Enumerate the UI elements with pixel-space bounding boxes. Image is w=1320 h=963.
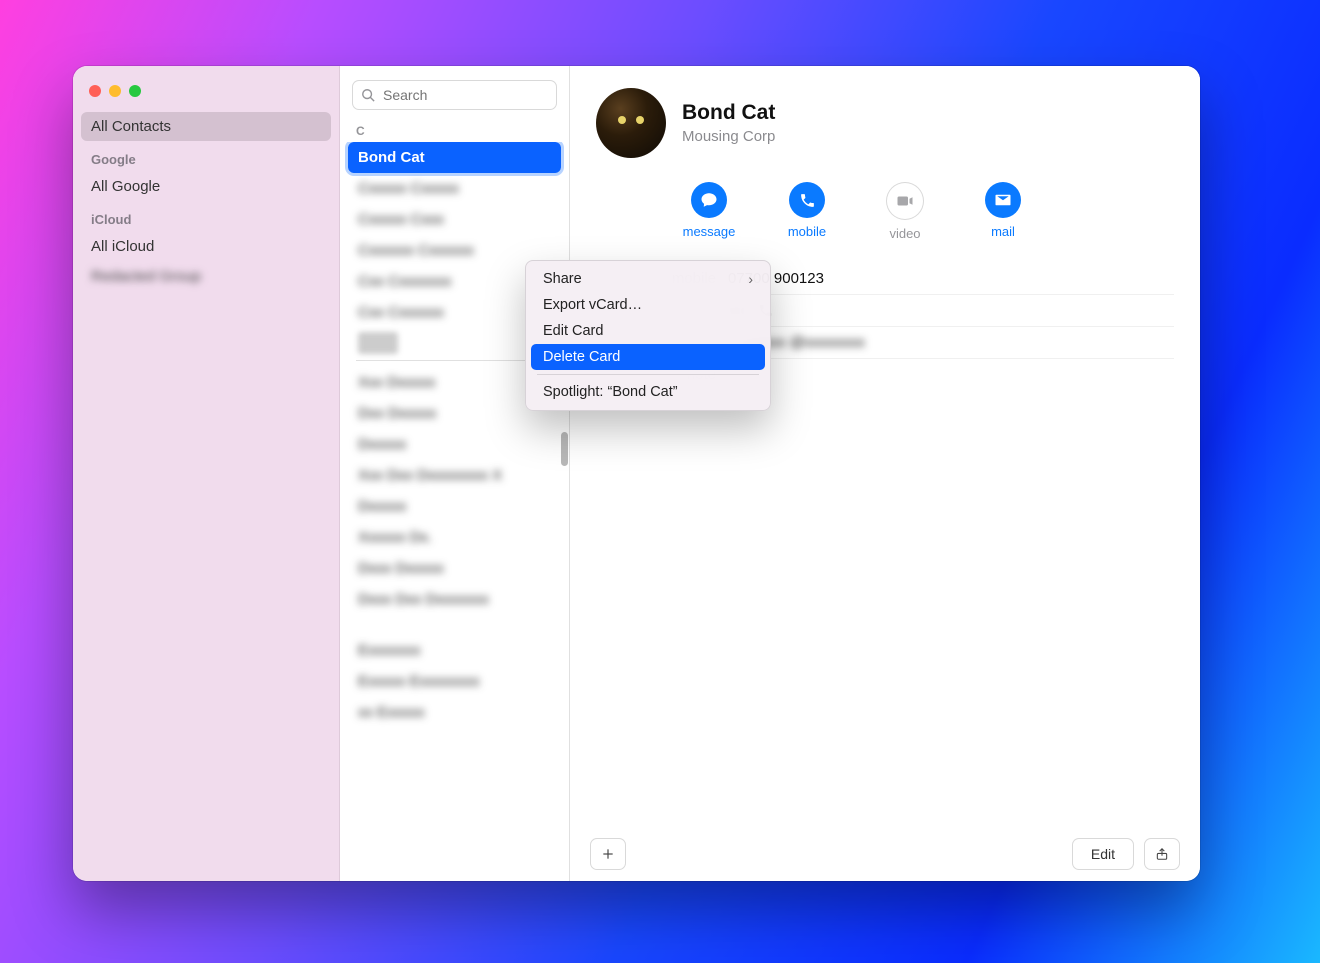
contact-list-column: C Bond Cat Cxxxxx Cxxxxx Cxxxxx Cxxx Cxx… (340, 66, 570, 881)
minimize-window-button[interactable] (109, 85, 121, 97)
list-item[interactable]: Xxxxxx Dx. (348, 522, 561, 553)
sidebar-group-header-icloud: iCloud (81, 202, 331, 231)
video-icon (886, 182, 924, 220)
search-input[interactable] (381, 86, 566, 104)
ctx-label: Spotlight: “Bond Cat” (543, 384, 678, 400)
contact-card-header: Bond Cat Mousing Corp (570, 66, 1200, 166)
action-label: mail (991, 224, 1015, 239)
ctx-label: Share (543, 271, 582, 287)
ctx-edit-card[interactable]: Edit Card (531, 318, 765, 344)
action-label: message (683, 224, 736, 239)
sidebar-item-all-google[interactable]: All Google (81, 172, 331, 201)
list-item[interactable]: Xxx Dxx Dxxxxxxxx X (348, 460, 561, 491)
list-item[interactable]: Dxxx Dxx Dxxxxxxx (348, 584, 561, 615)
avatar[interactable] (596, 88, 666, 158)
ctx-export-vcard[interactable]: Export vCard… (531, 292, 765, 318)
sidebar-item-all-icloud[interactable]: All iCloud (81, 232, 331, 261)
quick-actions: message mobile video mail (570, 166, 1200, 257)
message-icon (691, 182, 727, 218)
list-divider (356, 360, 553, 361)
contact-list[interactable]: Bond Cat Cxxxxx Cxxxxx Cxxxxx Cxxx Cxxxx… (340, 142, 569, 881)
contact-company: Mousing Corp (682, 128, 775, 145)
mail-icon (985, 182, 1021, 218)
list-item[interactable]: Exxxxxxx (348, 635, 561, 666)
ctx-share[interactable]: Share › (531, 266, 765, 292)
ctx-label: Edit Card (543, 323, 603, 339)
phone-icon (789, 182, 825, 218)
share-icon (1155, 846, 1169, 862)
scrollbar-thumb[interactable] (561, 432, 568, 466)
ctx-separator (537, 374, 759, 375)
sidebar-item-redacted[interactable]: Redacted Group (81, 262, 331, 291)
list-section-redacted (358, 332, 398, 354)
search-icon (361, 88, 375, 102)
list-item[interactable]: Exxxxx Exxxxxxxx (348, 666, 561, 697)
action-label: mobile (788, 224, 826, 239)
action-mobile[interactable]: mobile (778, 182, 836, 241)
ctx-label: Export vCard… (543, 297, 642, 313)
sidebar-item-all-contacts[interactable]: All Contacts (81, 112, 331, 141)
search-field[interactable] (352, 80, 557, 110)
fullscreen-window-button[interactable] (129, 85, 141, 97)
sidebar: All Contacts Google All Google iCloud Al… (73, 66, 340, 881)
list-item[interactable]: Dxxxxx (348, 429, 561, 460)
list-item[interactable]: Cxxxxx Cxxx (348, 204, 561, 235)
share-button[interactable] (1144, 838, 1180, 870)
window-controls (73, 76, 339, 111)
edit-button[interactable]: Edit (1072, 838, 1134, 870)
ctx-delete-card[interactable]: Delete Card (531, 344, 765, 370)
action-mail[interactable]: mail (974, 182, 1032, 241)
contact-name: Bond Cat (682, 101, 775, 125)
list-item[interactable]: xx Exxxxx (348, 697, 561, 728)
detail-footer: Edit (570, 827, 1200, 881)
action-label: video (889, 226, 920, 241)
plus-icon (601, 847, 615, 861)
close-window-button[interactable] (89, 85, 101, 97)
contact-detail: Bond Cat Mousing Corp message mobile (570, 66, 1200, 881)
list-section-letter: C (340, 118, 569, 142)
list-item-selected[interactable]: Bond Cat (348, 142, 561, 173)
sidebar-group-header-google: Google (81, 142, 331, 171)
ctx-spotlight[interactable]: Spotlight: “Bond Cat” (531, 379, 765, 405)
context-menu: Share › Export vCard… Edit Card Delete C… (525, 260, 771, 411)
action-video[interactable]: video (876, 182, 934, 241)
chevron-right-icon: › (748, 271, 753, 287)
ctx-label: Delete Card (543, 349, 620, 365)
action-message[interactable]: message (680, 182, 738, 241)
add-button[interactable] (590, 838, 626, 870)
list-item[interactable]: Dxxxxx (348, 491, 561, 522)
list-item[interactable]: Cxxxxx Cxxxxx (348, 173, 561, 204)
contacts-window: All Contacts Google All Google iCloud Al… (73, 66, 1200, 881)
list-item[interactable]: Dxxx Dxxxxx (348, 553, 561, 584)
